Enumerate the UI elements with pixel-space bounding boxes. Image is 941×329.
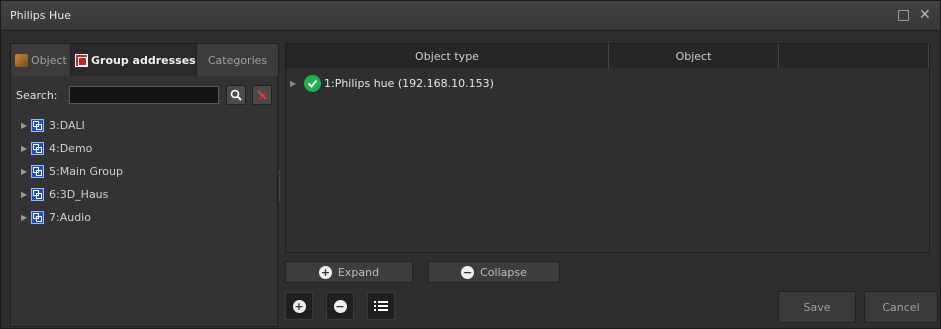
group-address-icon [31,165,44,178]
collapse-label: Collapse [480,265,527,279]
window-title: Philips Hue [10,9,71,22]
search-row: Search: [11,84,279,106]
expand-arrow-icon[interactable]: ▶ [21,213,31,222]
expand-arrow-icon[interactable]: ▶ [21,190,31,199]
clear-search-button[interactable] [252,85,272,105]
expand-button[interactable]: + Expand [285,261,413,283]
close-icon[interactable]: ✕ [919,7,931,23]
save-button[interactable]: Save [778,291,856,323]
tree-item-label: 6:3D_Haus [49,188,109,201]
tree-item-label: 7:Audio [49,211,91,224]
philips-hue-dialog: Philips Hue □ ✕ Object Group addresses C… [0,0,941,329]
tree-item-label: 4:Demo [49,142,93,155]
panel-splitter[interactable] [279,171,282,201]
group-address-icon [31,211,44,224]
tree-item[interactable]: ▶ 3:DALI [11,114,279,137]
maximize-icon[interactable]: □ [897,7,910,23]
tab-object-label: Object [31,53,67,67]
list-icon [374,301,388,311]
cancel-button[interactable]: Cancel [864,291,938,323]
tab-categories[interactable]: Categories [197,44,279,76]
tab-object[interactable]: Object [11,44,71,76]
tab-bar: Object Group addresses Categories [11,44,279,76]
group-address-tree: ▶ 3:DALI ▶ 4:Demo ▶ 5:Main Group ▶ 6:3D_… [11,114,279,229]
tree-item[interactable]: ▶ 5:Main Group [11,160,279,183]
grid-row-label: 1:Philips hue (192.168.10.153) [324,76,494,90]
clear-icon [257,90,267,100]
tab-group-addresses[interactable]: Group addresses [71,44,197,76]
column-header-object[interactable]: Object [609,44,779,68]
minus-circle-icon: − [333,299,347,313]
expand-arrow-icon[interactable]: ▶ [21,144,31,153]
title-bar: Philips Hue □ ✕ [1,1,940,31]
tree-item[interactable]: ▶ 6:3D_Haus [11,183,279,206]
group-address-icon [75,53,88,67]
remove-button[interactable]: − [326,292,354,320]
tab-categories-label: Categories [207,53,268,67]
tab-group-addresses-label: Group addresses [91,53,196,67]
add-button[interactable]: + [285,292,313,320]
expand-arrow-icon[interactable]: ▶ [21,121,31,130]
search-icon [230,89,242,101]
search-label: Search: [16,89,58,102]
column-header-object-type[interactable]: Object type [286,44,609,68]
expand-arrow-icon[interactable]: ▶ [21,167,31,176]
expand-label: Expand [337,265,380,279]
expand-arrow-icon[interactable]: ▶ [290,79,300,88]
object-grid: Object type Object ▶ 1:Philips hue (192.… [285,43,930,253]
tree-item[interactable]: ▶ 4:Demo [11,137,279,160]
column-header-empty [779,44,929,68]
plus-circle-icon: + [318,265,332,279]
tree-item[interactable]: ▶ 7:Audio [11,206,279,229]
search-input[interactable] [69,86,219,104]
group-address-icon [31,119,44,132]
plus-circle-icon: + [292,299,306,313]
group-address-icon [31,142,44,155]
search-button[interactable] [226,85,246,105]
grid-row[interactable]: ▶ 1:Philips hue (192.168.10.153) [290,72,494,94]
group-address-icon [31,188,44,201]
tree-item-label: 3:DALI [49,119,85,132]
left-panel: Object Group addresses Categories Search… [10,43,279,327]
status-ok-icon [304,74,321,92]
minus-circle-icon: − [461,265,475,279]
object-icon [15,53,28,67]
list-button[interactable] [367,292,395,320]
collapse-button[interactable]: − Collapse [428,261,560,283]
tree-item-label: 5:Main Group [49,165,123,178]
